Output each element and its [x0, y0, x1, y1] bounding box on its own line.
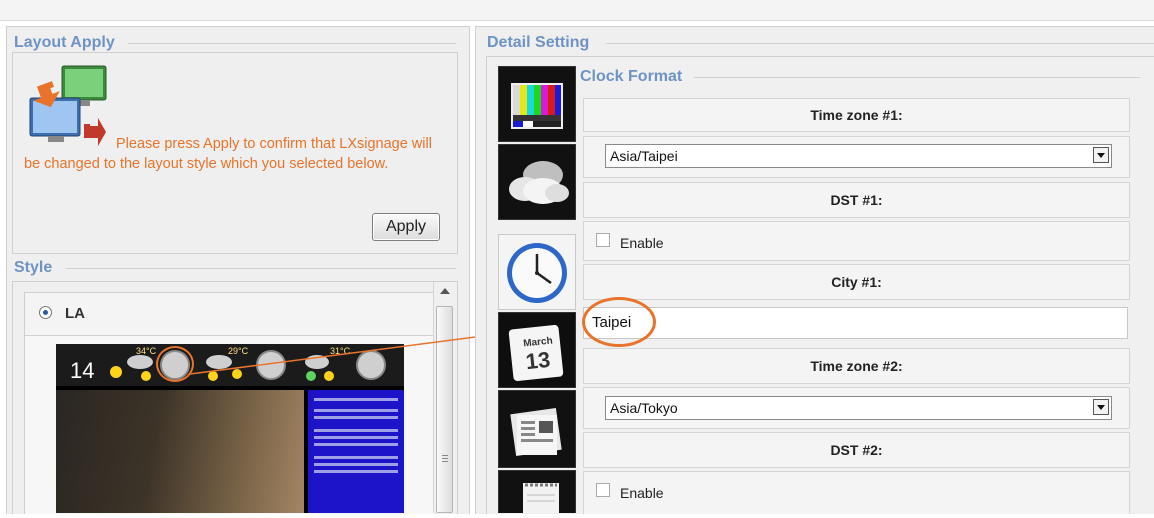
- dst1-enable-checkbox[interactable]: [596, 233, 610, 247]
- dst1-enable-label: Enable: [620, 235, 664, 251]
- city1-label: City #1:: [831, 274, 882, 290]
- dst1-label-row: DST #1:: [583, 182, 1130, 218]
- chevron-down-icon[interactable]: [1093, 399, 1109, 415]
- dst2-enable-label: Enable: [620, 485, 664, 501]
- calendar-day: 13: [524, 346, 552, 375]
- dst2-label: DST #2:: [830, 442, 883, 458]
- newspaper-icon: [510, 408, 562, 456]
- dst2-enable-checkbox[interactable]: [596, 483, 610, 497]
- notes-tile[interactable]: [498, 470, 576, 513]
- timezone1-value: Asia/Taipei: [610, 148, 678, 164]
- clock-tile[interactable]: [498, 234, 576, 310]
- city1-label-row: City #1:: [583, 264, 1130, 300]
- tz2-label: Time zone #2:: [810, 358, 903, 374]
- color-bars-tile[interactable]: [498, 66, 576, 142]
- city1-input[interactable]: Taipei: [583, 307, 1128, 339]
- color-bars-icon: [511, 83, 563, 129]
- cloud-icon: [509, 161, 569, 204]
- weather-tile[interactable]: [498, 144, 576, 220]
- dst1-label: DST #1:: [830, 192, 883, 208]
- timezone2-select[interactable]: Asia/Tokyo: [605, 396, 1112, 420]
- clock-icon: [507, 243, 567, 303]
- dst2-label-row: DST #2:: [583, 432, 1130, 468]
- tz1-label: Time zone #1:: [810, 107, 903, 123]
- dst1-enable-row: [583, 221, 1130, 261]
- tz2-label-row: Time zone #2:: [583, 348, 1130, 384]
- city-highlight-ellipse: [582, 297, 656, 347]
- dst2-enable-row: [583, 471, 1130, 514]
- calendar-icon: March 13: [508, 323, 565, 382]
- timezone1-select[interactable]: Asia/Taipei: [605, 144, 1112, 168]
- chevron-down-icon[interactable]: [1093, 147, 1109, 163]
- legend-line: [694, 77, 1140, 78]
- clock-format-legend: Clock Format: [580, 68, 687, 86]
- detail-setting-legend: Detail Setting: [487, 34, 594, 52]
- notepad-icon: [523, 483, 559, 513]
- legend-line: [606, 43, 1154, 44]
- tz1-label-row: Time zone #1:: [583, 98, 1130, 132]
- timezone2-value: Asia/Tokyo: [610, 400, 678, 416]
- news-tile[interactable]: [498, 390, 576, 468]
- calendar-tile[interactable]: March 13: [498, 312, 576, 388]
